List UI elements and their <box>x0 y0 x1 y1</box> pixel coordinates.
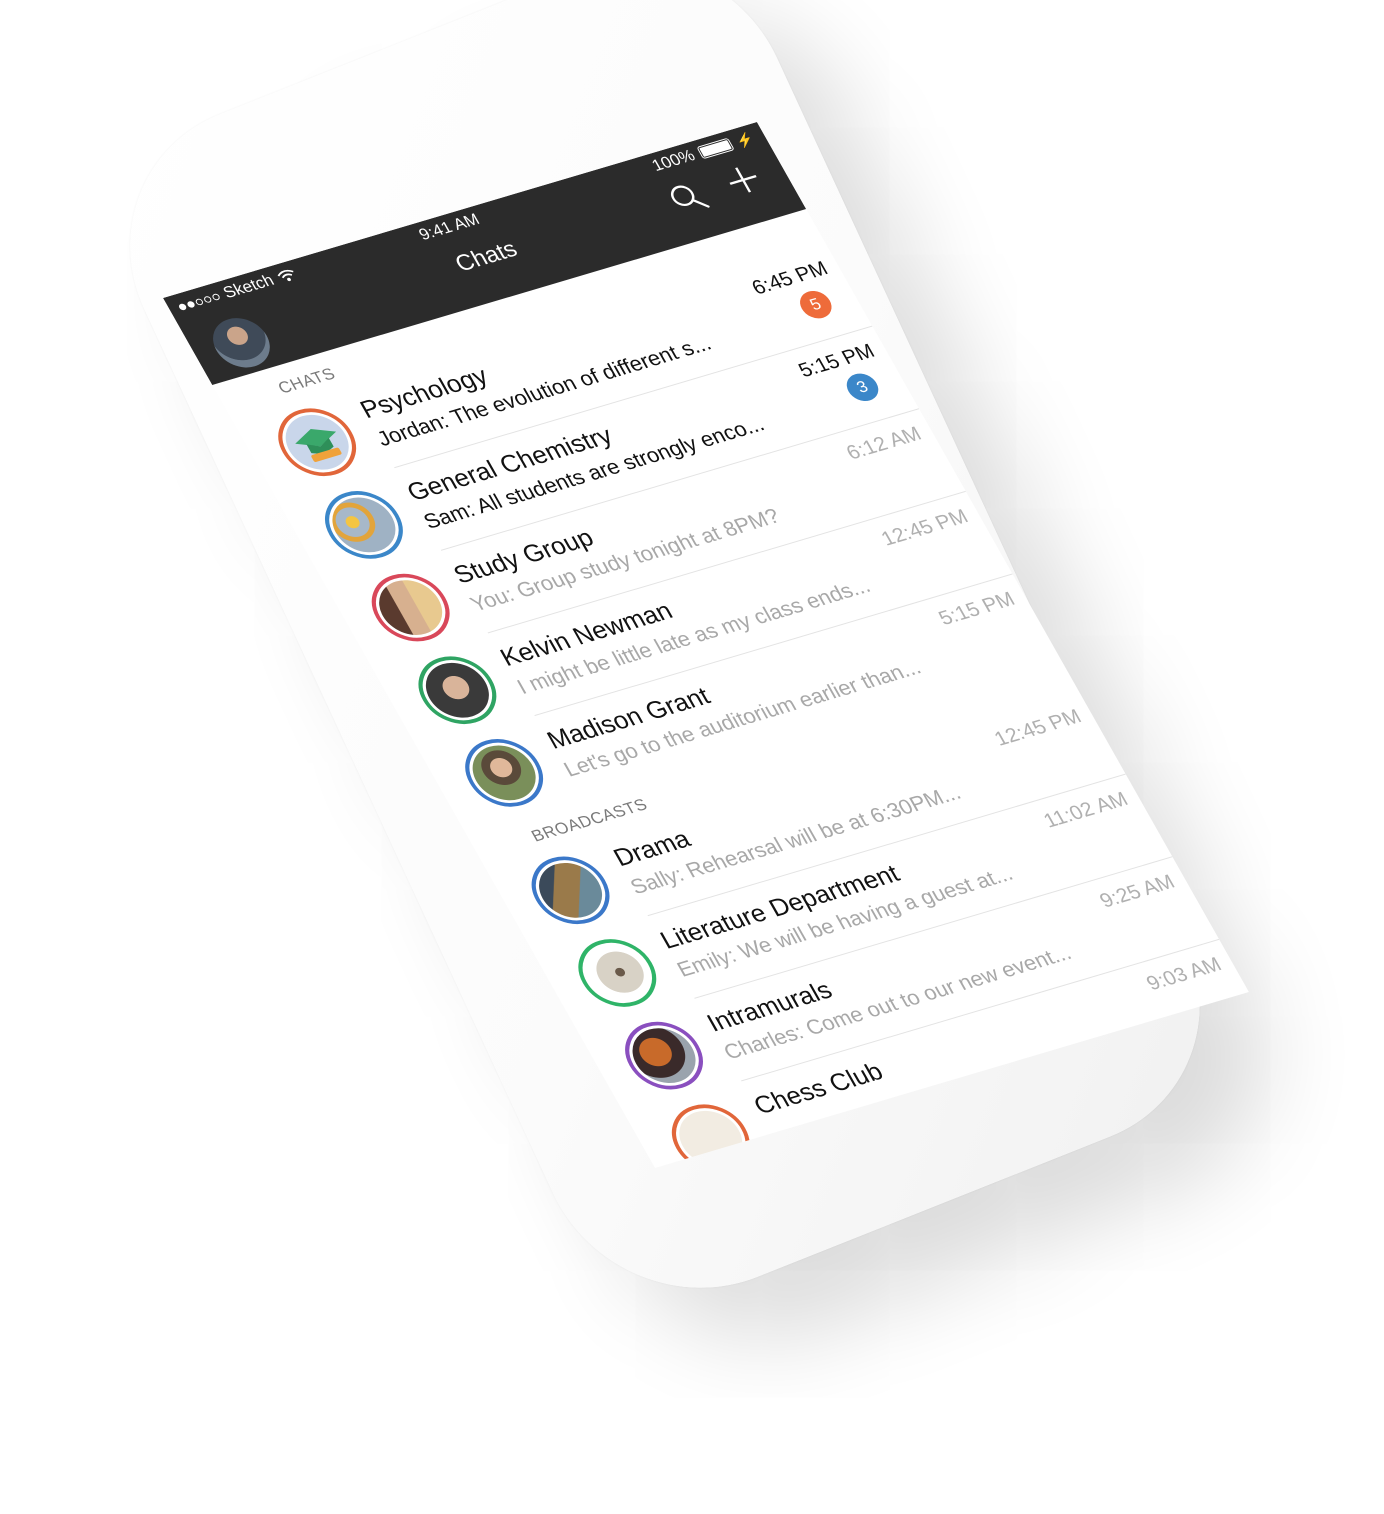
chat-time: 5:15 PM <box>934 588 1019 630</box>
chat-time: 9:03 AM <box>1142 953 1226 995</box>
wifi-icon <box>277 269 294 282</box>
avatar-kelvin-newman <box>404 647 510 733</box>
charging-icon: ⚡ <box>732 130 757 149</box>
avatar-study-group <box>358 565 464 650</box>
unread-badge: 5 <box>794 287 838 322</box>
avatar-intramurals <box>611 1013 717 1098</box>
chat-time: 6:12 AM <box>842 422 926 465</box>
avatar-madison-grant <box>451 730 557 816</box>
signal-icon <box>177 292 221 311</box>
battery-icon <box>695 137 735 160</box>
avatar-drama <box>518 847 624 933</box>
avatar-literature-department <box>564 930 670 1016</box>
avatar-psychology <box>264 399 370 485</box>
battery-percent: 100% <box>648 146 699 175</box>
avatar-general-chemistry <box>311 482 417 568</box>
unread-badge: 3 <box>841 370 884 405</box>
chat-time: 9:25 AM <box>1095 870 1179 913</box>
chat-time: 11:02 AM <box>1039 788 1133 833</box>
stage: Sketch 9:41 AM 100% ⚡ Chats CHATS Psycho… <box>0 0 1384 1514</box>
